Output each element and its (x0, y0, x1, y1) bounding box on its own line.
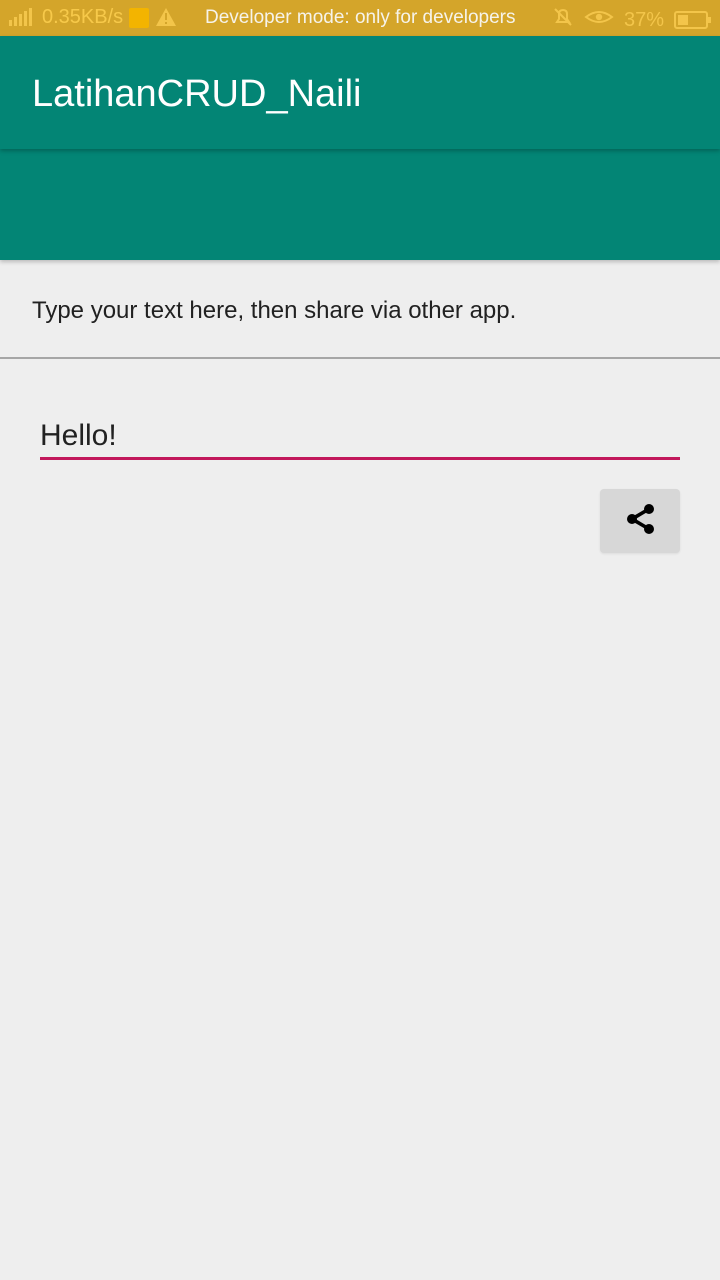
warning-icon (155, 7, 177, 29)
status-bar: 0.35KB/s Developer mode: only for develo… (0, 0, 720, 36)
battery-percentage: 37% (623, 8, 664, 31)
status-left: 0.35KB/s (8, 6, 177, 29)
status-right: 37% (552, 6, 711, 34)
battery-fill (678, 15, 688, 25)
network-speed: 0.35KB/s (42, 6, 124, 28)
app-bar: LatihanCRUD_Naili (0, 36, 720, 149)
content-divider (0, 357, 720, 359)
eye-icon (584, 7, 614, 33)
app-bar-extension (0, 149, 720, 260)
bell-off-icon (552, 6, 574, 34)
share-icon (620, 499, 660, 544)
text-input-container (40, 414, 680, 462)
signal-strength-icon (8, 7, 36, 29)
notification-icon (129, 7, 150, 28)
share-text-input[interactable] (40, 414, 680, 460)
battery-icon (674, 11, 711, 29)
share-button[interactable] (600, 489, 680, 553)
app-title: LatihanCRUD_Naili (32, 73, 362, 115)
instruction-text: Type your text here, then share via othe… (32, 297, 517, 324)
developer-mode-message: Developer mode: only for developers (205, 7, 516, 28)
